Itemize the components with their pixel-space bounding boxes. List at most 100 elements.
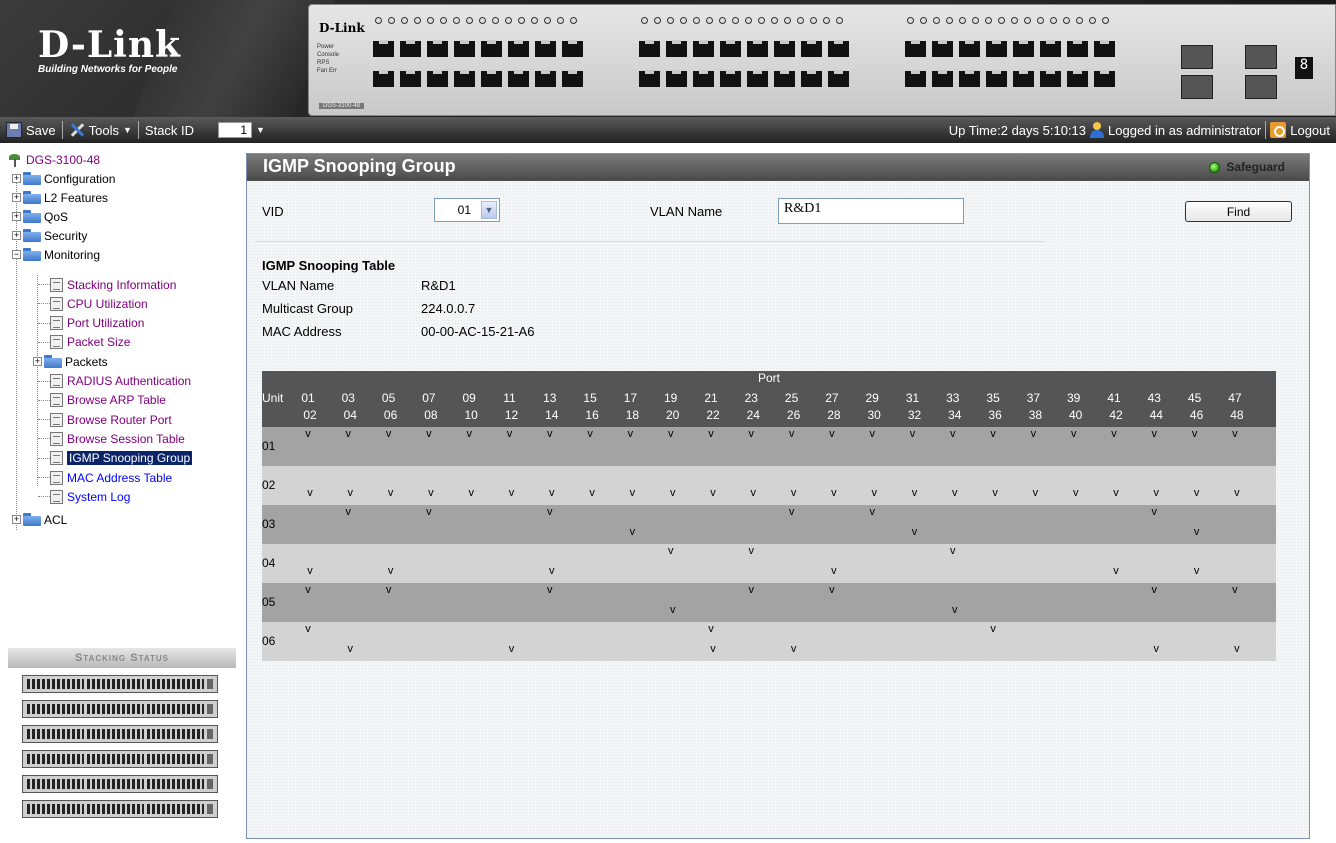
rj45-port[interactable] — [932, 40, 953, 57]
tree-item-port-utilization[interactable]: Port Utilization — [50, 314, 144, 333]
stack-unit-4[interactable] — [22, 750, 218, 768]
expand-icon[interactable]: + — [12, 193, 21, 202]
port-led-icon — [568, 17, 579, 23]
switch-front-panel[interactable]: D-Link Power Console RPS Fan Err DGS-3100-4… — [308, 4, 1336, 116]
rj45-port[interactable] — [639, 70, 660, 87]
rj45-port[interactable] — [1013, 70, 1034, 87]
expand-icon[interactable]: + — [12, 515, 21, 524]
save-button[interactable]: Save — [0, 117, 62, 143]
vid-select[interactable]: 01 ▼ — [434, 198, 500, 222]
panel-led-label: Console — [317, 52, 340, 58]
stack-unit-2[interactable] — [22, 700, 218, 718]
chevron-down-icon[interactable]: ▼ — [481, 201, 497, 219]
rj45-port[interactable] — [373, 70, 394, 87]
rj45-port[interactable] — [905, 40, 926, 57]
rj45-port[interactable] — [1094, 70, 1115, 87]
rj45-port[interactable] — [774, 40, 795, 57]
tree-folder-configuration[interactable]: + Configuration — [12, 169, 115, 188]
rj45-port[interactable] — [828, 40, 849, 57]
collapse-icon[interactable]: − — [12, 250, 21, 259]
rj45-port[interactable] — [986, 70, 1007, 87]
tree-folder-qos[interactable]: + QoS — [12, 207, 68, 226]
expand-icon[interactable]: + — [33, 357, 42, 367]
tree-item-browse-router-port[interactable]: Browse Router Port — [50, 410, 172, 429]
tree-item-system-log[interactable]: System Log — [50, 487, 130, 506]
rj45-port[interactable] — [747, 40, 768, 57]
logout-link[interactable]: Logout — [1290, 123, 1330, 138]
stack-id-label: Stack ID — [144, 122, 195, 138]
rj45-port[interactable] — [1094, 40, 1115, 57]
rj45-port[interactable] — [373, 40, 394, 57]
rj45-port[interactable] — [720, 40, 741, 57]
rj45-port[interactable] — [481, 40, 502, 57]
vlan-name-input[interactable]: R&D1 — [778, 198, 964, 224]
rj45-port[interactable] — [1013, 40, 1034, 57]
tree-folder-security[interactable]: + Security — [12, 226, 87, 245]
expand-icon[interactable]: + — [12, 174, 21, 183]
rj45-port[interactable] — [801, 70, 822, 87]
rj45-port[interactable] — [986, 40, 1007, 57]
rj45-port[interactable] — [959, 70, 980, 87]
tree-item-browse-arp-table[interactable]: Browse ARP Table — [50, 391, 166, 410]
tree-item-browse-session-table[interactable]: Browse Session Table — [50, 429, 185, 448]
rj45-port[interactable] — [1067, 40, 1088, 57]
rj45-port[interactable] — [535, 40, 556, 57]
stack-unit-3[interactable] — [22, 725, 218, 743]
rj45-port[interactable] — [1067, 70, 1088, 87]
tree-item-igmp-snooping-group[interactable]: IGMP Snooping Group — [50, 449, 193, 468]
rj45-port[interactable] — [693, 40, 714, 57]
rj45-port[interactable] — [562, 40, 583, 57]
tree-item-mac-address-table[interactable]: MAC Address Table — [50, 468, 172, 487]
stack-unit-1[interactable] — [22, 675, 218, 693]
tree-folder-monitoring[interactable]: − Monitoring — [12, 245, 100, 264]
rj45-port[interactable] — [400, 40, 421, 57]
rj45-port[interactable] — [400, 70, 421, 87]
rj45-port[interactable] — [693, 70, 714, 87]
member-mark: v — [1030, 428, 1037, 440]
tree-item-cpu-utilization[interactable]: CPU Utilization — [50, 294, 148, 313]
rj45-port[interactable] — [720, 70, 741, 87]
rj45-port[interactable] — [481, 70, 502, 87]
stack-unit-5[interactable] — [22, 775, 218, 793]
rj45-port[interactable] — [905, 70, 926, 87]
rj45-port[interactable] — [828, 70, 849, 87]
rj45-port[interactable] — [508, 40, 529, 57]
rj45-port[interactable] — [774, 70, 795, 87]
tree-item-packet-size[interactable]: Packet Size — [50, 333, 130, 352]
rj45-port[interactable] — [747, 70, 768, 87]
member-mark: v — [1153, 643, 1160, 655]
find-button[interactable]: Find — [1185, 201, 1292, 222]
tree-item-radius-authentication[interactable]: RADIUS Authentication — [50, 372, 191, 391]
rj45-port[interactable] — [508, 70, 529, 87]
tree-folder-l2-features[interactable]: + L2 Features — [12, 188, 108, 207]
rj45-port[interactable] — [454, 70, 475, 87]
member-mark: v — [1111, 428, 1117, 440]
stack-unit-6[interactable] — [22, 800, 218, 818]
expand-icon[interactable]: + — [12, 212, 21, 221]
stack-id-select[interactable]: 1 — [218, 122, 253, 138]
tree-folder-acl[interactable]: + ACL — [12, 510, 67, 529]
tools-menu[interactable]: Tools ▼ — [63, 117, 138, 143]
tree-item-packets[interactable]: + Packets — [33, 352, 108, 371]
rj45-port[interactable] — [639, 40, 660, 57]
chevron-down-icon[interactable]: ▼ — [256, 125, 265, 135]
rj45-port[interactable] — [1040, 70, 1061, 87]
rj45-port[interactable] — [427, 40, 448, 57]
rj45-port[interactable] — [562, 70, 583, 87]
rj45-port[interactable] — [454, 40, 475, 57]
rj45-port[interactable] — [1040, 40, 1061, 57]
rj45-port[interactable] — [932, 70, 953, 87]
rj45-port[interactable] — [959, 40, 980, 57]
expand-icon[interactable]: + — [12, 231, 21, 240]
rj45-port[interactable] — [801, 40, 822, 57]
rj45-port[interactable] — [666, 40, 687, 57]
rj45-port[interactable] — [427, 70, 448, 87]
sfp-ports-left[interactable] — [1181, 45, 1213, 103]
sfp-ports-right[interactable] — [1245, 45, 1277, 103]
logout-icon[interactable] — [1270, 122, 1287, 138]
rj45-port[interactable] — [535, 70, 556, 87]
tree-root[interactable]: DGS-3100-48 — [8, 150, 100, 169]
rj45-port[interactable] — [666, 70, 687, 87]
member-mark: v — [748, 545, 755, 557]
tree-item-stacking-information[interactable]: Stacking Information — [50, 275, 176, 294]
